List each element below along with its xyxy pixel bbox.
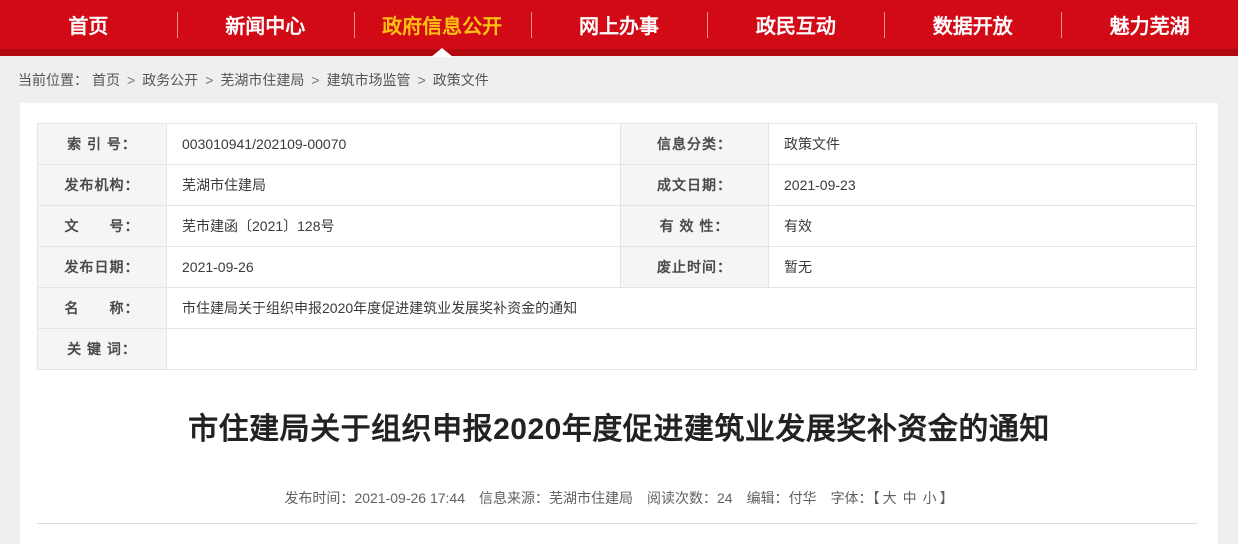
breadcrumb-market-supervision[interactable]: 建筑市场监管: [327, 70, 411, 90]
field-label-validity: 有 效 性：: [620, 206, 768, 246]
meta-editor: 编辑：付华: [747, 488, 817, 508]
active-tab-pointer-icon: [431, 48, 453, 57]
field-label-issuing-agency: 发布机构：: [38, 165, 166, 205]
font-size-large-button[interactable]: 大: [883, 490, 897, 506]
nav-item-gov-info-disclosure[interactable]: 政府信息公开: [354, 0, 531, 49]
content-panel: 索 引 号： 003010941/202109-00070 信息分类： 政策文件…: [20, 103, 1218, 544]
meta-view-count: 阅读次数：24: [647, 488, 733, 508]
breadcrumb-policy-documents[interactable]: 政策文件: [433, 70, 489, 90]
meta-font-size-controls: 字体：【大中小】: [831, 488, 954, 508]
meta-publish-time: 发布时间：2021-09-26 17:44: [284, 488, 465, 508]
table-row: 发布日期： 2021-09-26 废止时间： 暂无: [38, 246, 1196, 287]
field-label-document-name: 名 称：: [38, 288, 166, 328]
nav-item-home[interactable]: 首页: [0, 0, 177, 49]
field-value-written-date: 2021-09-23: [768, 165, 1196, 205]
views-value: 24: [717, 490, 733, 506]
breadcrumb: 当前位置： 首页 > 政务公开 > 芜湖市住建局 > 建筑市场监管 > 政策文件: [0, 56, 1238, 103]
source-value: 芜湖市住建局: [549, 490, 633, 506]
field-label-info-category: 信息分类：: [620, 124, 768, 164]
table-row: 发布机构： 芜湖市住建局 成文日期： 2021-09-23: [38, 164, 1196, 205]
breadcrumb-home[interactable]: 首页: [92, 70, 120, 90]
nav-item-label: 新闻中心: [225, 10, 305, 39]
field-value-keywords: [166, 329, 1196, 369]
top-nav: 首页 新闻中心 政府信息公开 网上办事 政民互动 数据开放 魅力芜湖: [0, 0, 1238, 56]
field-value-doc-number: 芜市建函〔2021〕128号: [166, 206, 620, 246]
article-title: 市住建局关于组织申报2020年度促进建筑业发展奖补资金的通知: [60, 404, 1178, 448]
nav-item-label: 政府信息公开: [382, 10, 502, 39]
meta-divider: [37, 523, 1197, 524]
field-value-document-name: 市住建局关于组织申报2020年度促进建筑业发展奖补资金的通知: [166, 288, 1196, 328]
breadcrumb-prefix: 当前位置：: [18, 70, 88, 90]
nav-item-label: 政民互动: [756, 10, 836, 39]
nav-item-public-interaction[interactable]: 政民互动: [707, 0, 884, 49]
field-value-info-category: 政策文件: [768, 124, 1196, 164]
nav-bottom-strip: [0, 49, 1238, 56]
nav-item-news-center[interactable]: 新闻中心: [177, 0, 354, 49]
editor-value: 付华: [789, 490, 817, 506]
editor-label: 编辑：: [747, 490, 789, 506]
breadcrumb-separator: >: [418, 72, 426, 88]
nav-item-label: 网上办事: [579, 10, 659, 39]
breadcrumb-separator: >: [311, 72, 319, 88]
nav-item-label: 魅力芜湖: [1110, 10, 1190, 39]
breadcrumb-gov-affairs[interactable]: 政务公开: [142, 70, 198, 90]
field-label-publish-date: 发布日期：: [38, 247, 166, 287]
field-label-keywords: 关 键 词：: [38, 329, 166, 369]
breadcrumb-separator: >: [127, 72, 135, 88]
field-label-written-date: 成文日期：: [620, 165, 768, 205]
font-size-label: 字体：: [831, 490, 873, 506]
field-value-issuing-agency: 芜湖市住建局: [166, 165, 620, 205]
article-meta: 发布时间：2021-09-26 17:44 信息来源：芜湖市住建局 阅读次数：2…: [20, 488, 1218, 508]
font-size-medium-button[interactable]: 中: [903, 490, 917, 506]
table-row: 名 称： 市住建局关于组织申报2020年度促进建筑业发展奖补资金的通知: [38, 287, 1196, 328]
nav-row: 首页 新闻中心 政府信息公开 网上办事 政民互动 数据开放 魅力芜湖: [0, 0, 1238, 49]
nav-item-label: 数据开放: [933, 10, 1013, 39]
publish-time-value: 2021-09-26 17:44: [354, 490, 465, 506]
breadcrumb-housing-bureau[interactable]: 芜湖市住建局: [220, 70, 304, 90]
nav-item-online-services[interactable]: 网上办事: [531, 0, 708, 49]
field-value-repeal-date: 暂无: [768, 247, 1196, 287]
bracket-open: 【: [873, 490, 880, 506]
nav-item-open-data[interactable]: 数据开放: [884, 0, 1061, 49]
nav-item-charming-wuhu[interactable]: 魅力芜湖: [1061, 0, 1238, 49]
field-value-validity: 有效: [768, 206, 1196, 246]
source-label: 信息来源：: [479, 490, 549, 506]
field-label-repeal-date: 废止时间：: [620, 247, 768, 287]
publish-time-label: 发布时间：: [284, 490, 354, 506]
table-row: 文 号： 芜市建函〔2021〕128号 有 效 性： 有效: [38, 205, 1196, 246]
field-value-publish-date: 2021-09-26: [166, 247, 620, 287]
views-label: 阅读次数：: [647, 490, 717, 506]
nav-item-label: 首页: [68, 10, 108, 39]
field-label-index-number: 索 引 号：: [38, 124, 166, 164]
meta-source: 信息来源：芜湖市住建局: [479, 488, 633, 508]
field-label-doc-number: 文 号：: [38, 206, 166, 246]
table-row: 关 键 词：: [38, 328, 1196, 369]
table-row: 索 引 号： 003010941/202109-00070 信息分类： 政策文件: [38, 124, 1196, 164]
breadcrumb-separator: >: [205, 72, 213, 88]
bracket-close: 】: [940, 490, 954, 506]
font-size-small-button[interactable]: 小: [923, 490, 937, 506]
field-value-index-number: 003010941/202109-00070: [166, 124, 620, 164]
document-info-table: 索 引 号： 003010941/202109-00070 信息分类： 政策文件…: [37, 123, 1197, 370]
